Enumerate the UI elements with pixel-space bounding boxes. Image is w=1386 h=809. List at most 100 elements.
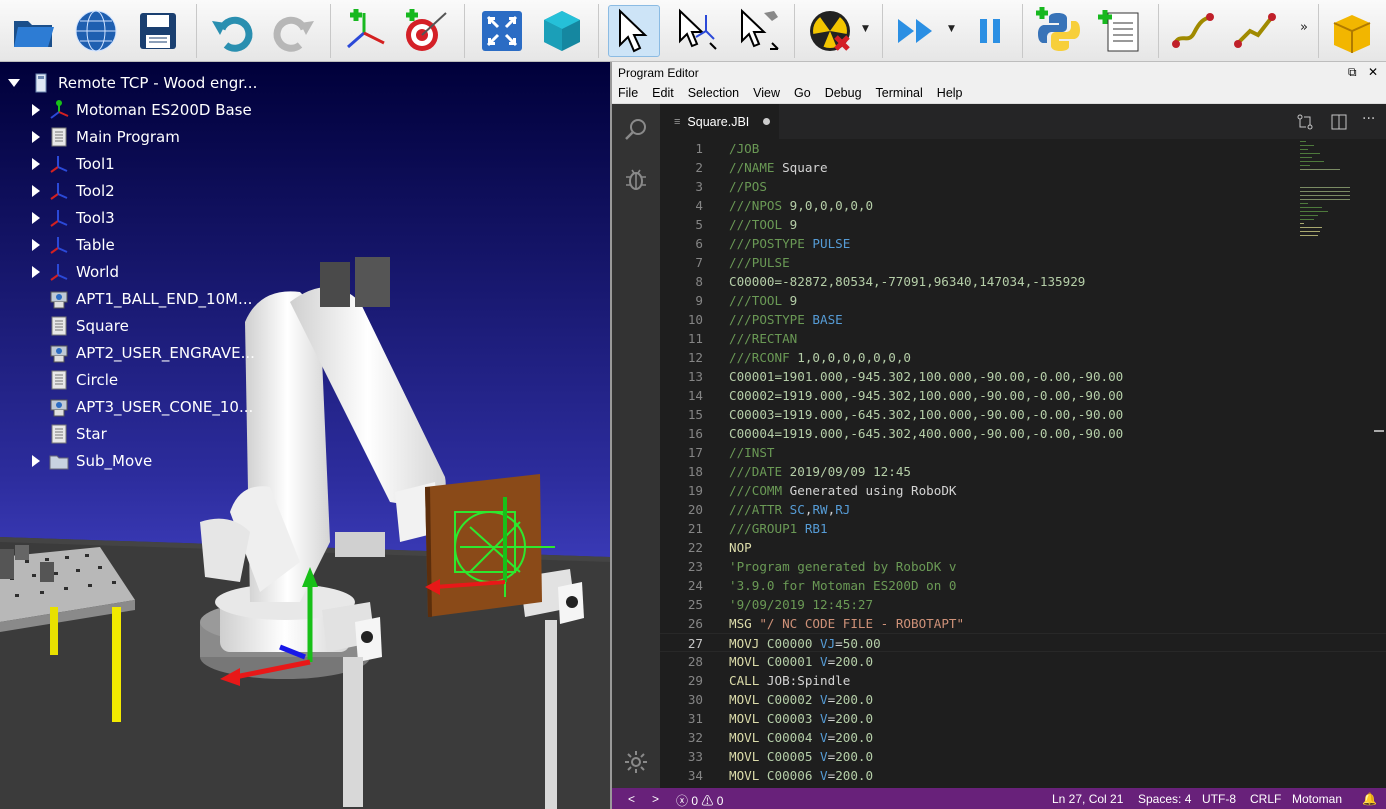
code-line[interactable]: 27 MOVJ C00000 VJ=50.00 <box>660 633 1386 652</box>
nav-forward-button[interactable]: > <box>652 792 659 806</box>
code-area[interactable]: 1/JOB 2 //NAME Square 3 //POS 4 ///NPOS 9,0,0,… <box>660 139 1386 788</box>
fit-all-icon[interactable] <box>476 5 528 57</box>
menu-view[interactable]: View <box>753 84 780 103</box>
code-line[interactable]: 26 MSG "/ NC CODE FILE - ROBOTAPT" <box>660 614 1386 633</box>
tree-item[interactable]: Table <box>48 231 115 258</box>
tree-item[interactable]: Circle <box>48 366 118 393</box>
tab-square-jbi[interactable]: ≡ Square.JBI <box>660 104 779 139</box>
tree-item[interactable]: World <box>48 258 119 285</box>
compare-changes-icon[interactable] <box>1296 113 1314 131</box>
fast-simulation-icon[interactable] <box>890 5 942 57</box>
menu-debug[interactable]: Debug <box>825 84 862 103</box>
globe-icon[interactable] <box>70 5 122 57</box>
add-target-icon[interactable] <box>400 5 452 57</box>
tree-item[interactable]: Star <box>48 420 107 447</box>
add-program-icon[interactable] <box>1094 5 1146 57</box>
more-icon[interactable]: » <box>1300 20 1308 35</box>
indentation[interactable]: Spaces: 4 <box>1138 792 1191 806</box>
python-program-icon[interactable] <box>1032 5 1084 57</box>
debug-icon[interactable] <box>624 167 648 191</box>
encoding[interactable]: UTF-8 <box>1202 792 1236 806</box>
code-line[interactable]: 19 ///COMM Generated using RoboDK <box>660 481 1386 500</box>
minimap[interactable] <box>1300 139 1360 239</box>
tree-item[interactable]: Main Program <box>48 123 180 150</box>
search-icon[interactable] <box>624 117 648 141</box>
chevron-down-icon[interactable]: ▼ <box>948 24 955 34</box>
tree-item[interactable]: APT2_USER_ENGRAVE... <box>48 339 255 366</box>
expand-toggle[interactable] <box>32 266 40 278</box>
3d-view[interactable]: Remote TCP - Wood engr... Motoman ES200D… <box>0 62 610 809</box>
code-line[interactable]: 10 ///POSTYPE BASE <box>660 310 1386 329</box>
move-reference-frame-icon[interactable] <box>670 5 722 57</box>
expand-toggle[interactable] <box>32 104 40 116</box>
code-line[interactable]: 2 //NAME Square <box>660 158 1386 177</box>
code-line[interactable]: 22 NOP <box>660 538 1386 557</box>
menu-selection[interactable]: Selection <box>688 84 739 103</box>
code-line[interactable]: 15 C00003=1919.000,-645.302,100.000,-90.0… <box>660 405 1386 424</box>
more-actions-icon[interactable]: ··· <box>1362 111 1380 129</box>
code-line[interactable]: 28 MOVL C00001 V=200.0 <box>660 652 1386 671</box>
chevron-down-icon[interactable]: ▼ <box>862 24 869 34</box>
expand-toggle[interactable] <box>32 185 40 197</box>
language-mode[interactable]: Motoman <box>1292 792 1342 806</box>
code-line[interactable]: 13 C00001=1901.000,-945.302,100.000,-90.0… <box>660 367 1386 386</box>
collision-check-icon[interactable] <box>804 5 856 57</box>
expand-toggle[interactable] <box>32 158 40 170</box>
expand-toggle[interactable] <box>32 239 40 251</box>
code-line[interactable]: 4 ///NPOS 9,0,0,0,0,0 <box>660 196 1386 215</box>
code-line[interactable]: 1/JOB <box>660 139 1386 158</box>
code-line[interactable]: 25 '9/09/2019 12:45:27 <box>660 595 1386 614</box>
code-line[interactable]: 8 C00000=-82872,80534,-77091,96340,147034… <box>660 272 1386 291</box>
close-icon[interactable]: ✕ <box>1368 65 1378 79</box>
nav-back-button[interactable]: < <box>628 792 635 806</box>
menu-terminal[interactable]: Terminal <box>876 84 923 103</box>
split-editor-icon[interactable] <box>1330 113 1348 131</box>
code-line[interactable]: 31 MOVL C00003 V=200.0 <box>660 709 1386 728</box>
code-line[interactable]: 30 MOVL C00002 V=200.0 <box>660 690 1386 709</box>
code-line[interactable]: 9///TOOL 9 <box>660 291 1386 310</box>
tree-item[interactable]: Tool3 <box>48 204 115 231</box>
notifications-bell-icon[interactable]: 🔔 <box>1362 792 1377 806</box>
settings-gear-icon[interactable] <box>624 750 648 774</box>
code-line[interactable]: 21 ///GROUP1 RB1 <box>660 519 1386 538</box>
code-line[interactable]: 20 ///ATTR SC,RW,RJ <box>660 500 1386 519</box>
cursor-position[interactable]: Ln 27, Col 21 <box>1052 792 1123 806</box>
tree-item[interactable]: APT3_USER_CONE_10... <box>48 393 253 420</box>
menu-file[interactable]: File <box>618 84 638 103</box>
code-line[interactable]: 11 ///RECTAN <box>660 329 1386 348</box>
menu-help[interactable]: Help <box>937 84 963 103</box>
code-line[interactable]: 34 MOVL C00006 V=200.0 <box>660 766 1386 785</box>
tree-item[interactable]: APT1_BALL_END_10M... <box>48 285 252 312</box>
scrollbar-marker[interactable] <box>1374 430 1384 432</box>
save-icon[interactable] <box>132 5 184 57</box>
menu-go[interactable]: Go <box>794 84 811 103</box>
move-joint-icon[interactable] <box>1166 5 1218 57</box>
restore-icon[interactable]: ⧉ <box>1348 65 1357 80</box>
tree-item[interactable]: Motoman ES200D Base <box>48 96 252 123</box>
tree-item[interactable]: Sub_Move <box>48 447 152 474</box>
tree-item[interactable]: Tool2 <box>48 177 115 204</box>
code-line[interactable]: 32 MOVL C00004 V=200.0 <box>660 728 1386 747</box>
code-line[interactable]: 5 ///TOOL 9 <box>660 215 1386 234</box>
code-line[interactable]: 18 ///DATE 2019/09/09 12:45 <box>660 462 1386 481</box>
add-reference-frame-icon[interactable] <box>340 5 392 57</box>
code-line[interactable]: 6 ///POSTYPE PULSE <box>660 234 1386 253</box>
code-line[interactable]: 29 CALL JOB:Spindle <box>660 671 1386 690</box>
problems-indicator[interactable]: ⓧ 0 ⚠ 0 <box>676 792 723 809</box>
tree-root[interactable]: Remote TCP - Wood engr... <box>30 69 257 96</box>
expand-toggle[interactable] <box>32 212 40 224</box>
code-line[interactable]: 7 ///PULSE <box>660 253 1386 272</box>
package-icon[interactable] <box>1326 5 1378 57</box>
code-line[interactable]: 33 MOVL C00005 V=200.0 <box>660 747 1386 766</box>
tree-item[interactable]: Tool1 <box>48 150 115 177</box>
code-line[interactable]: 16 C00004=1919.000,-645.302,400.000,-90.0… <box>660 424 1386 443</box>
tree-item[interactable]: Square <box>48 312 129 339</box>
code-line[interactable]: 23 'Program generated by RoboDK v <box>660 557 1386 576</box>
code-line[interactable]: 17 //INST <box>660 443 1386 462</box>
move-tool-icon[interactable] <box>732 5 784 57</box>
line-ending[interactable]: CRLF <box>1250 792 1281 806</box>
code-line[interactable]: 12 ///RCONF 1,0,0,0,0,0,0,0 <box>660 348 1386 367</box>
code-line[interactable]: 3 //POS <box>660 177 1386 196</box>
redo-icon[interactable] <box>268 5 320 57</box>
code-line[interactable]: 14 C00002=1919.000,-945.302,100.000,-90.0… <box>660 386 1386 405</box>
